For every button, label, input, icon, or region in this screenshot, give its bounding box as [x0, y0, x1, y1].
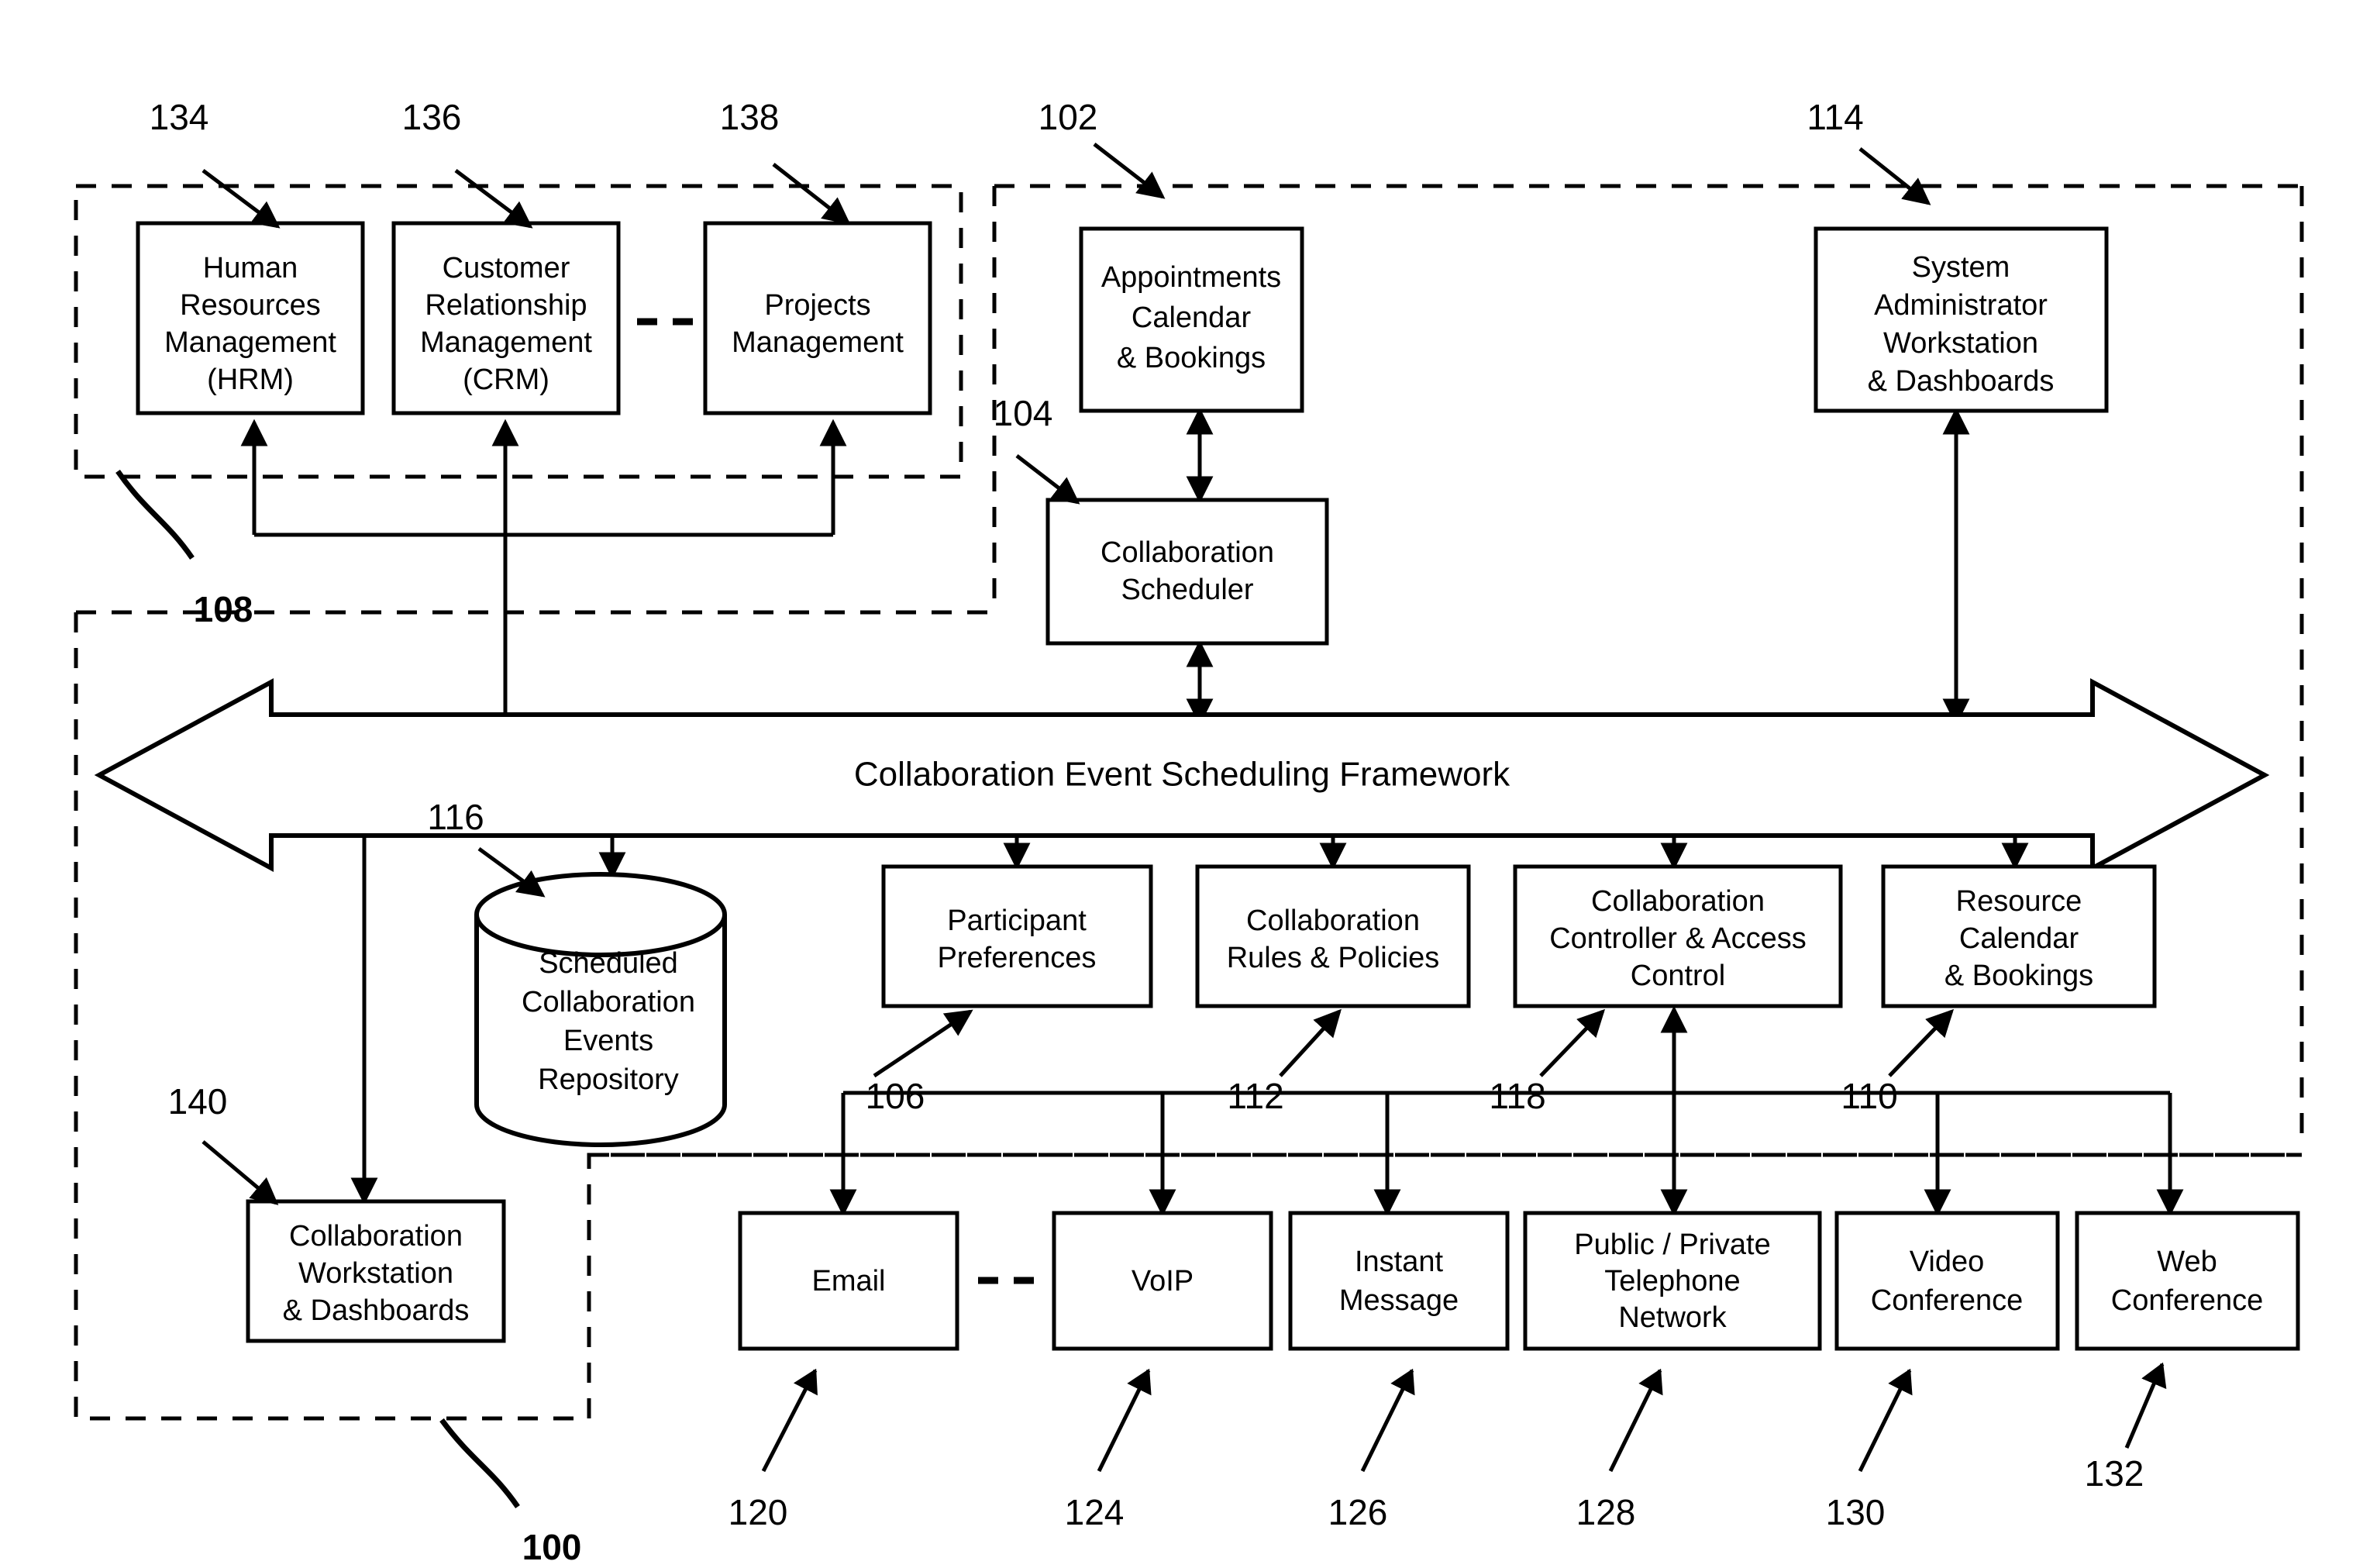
box-participant-preferences[interactable]: Participant Preferences: [881, 864, 1153, 1008]
ref-num-112: 112: [1227, 1076, 1283, 1116]
box-phone-line-2: Network: [1618, 1301, 1727, 1334]
ref-num-108: 108: [194, 589, 253, 629]
box-phone-line-0: Public / Private: [1574, 1229, 1770, 1261]
box-resource-line-1: Calendar: [1959, 922, 2079, 955]
box-sysadmin-line-2: Workstation: [1883, 327, 2038, 360]
ref-num-106: 106: [866, 1076, 925, 1116]
ref-num-134: 134: [150, 97, 209, 137]
box-sysadmin-line-1: Administrator: [1874, 289, 2048, 322]
ref-num-140: 140: [168, 1081, 228, 1122]
box-rules-line-1: Rules & Policies: [1227, 942, 1440, 974]
ref-num-120: 120: [729, 1492, 788, 1532]
box-controller-line-0: Collaboration: [1591, 885, 1765, 918]
box-projects-line-1: Management: [732, 326, 904, 359]
box-hrm[interactable]: Human Resources Management (HRM): [136, 221, 365, 415]
ref-num-136: 136: [402, 97, 462, 137]
box-sysadmin-line-0: System: [1912, 251, 2010, 284]
ref-num-124: 124: [1065, 1492, 1125, 1532]
box-hrm-line-3: (HRM): [207, 364, 294, 396]
patent-block-diagram: Collaboration Event Scheduling Framework…: [0, 0, 2363, 1568]
box-appointments-line-0: Appointments: [1101, 261, 1281, 294]
box-crm-line-2: Management: [420, 326, 592, 359]
box-video-line-1: Conference: [1871, 1284, 2023, 1317]
box-hrm-line-1: Resources: [180, 289, 321, 322]
box-voip-line-0: VoIP: [1132, 1265, 1194, 1297]
box-collaboration-workstation[interactable]: Collaboration Workstation & Dashboards: [246, 1199, 506, 1343]
box-web-conference[interactable]: Web Conference: [2075, 1211, 2300, 1351]
ref-num-118: 118: [1489, 1076, 1545, 1116]
box-projects-management[interactable]: Projects Management: [703, 221, 932, 415]
ref-num-100: 100: [522, 1527, 582, 1567]
box-voip[interactable]: VoIP: [1052, 1211, 1273, 1351]
box-resource-line-0: Resource: [1956, 885, 2082, 918]
box-rules-line-0: Collaboration: [1246, 905, 1420, 937]
ref-num-132: 132: [2085, 1453, 2144, 1494]
ref-num-138: 138: [720, 97, 780, 137]
box-collaboration-scheduler[interactable]: Collaboration Scheduler: [1045, 498, 1329, 646]
box-system-administrator-workstation[interactable]: System Administrator Workstation & Dashb…: [1814, 226, 2109, 413]
box-collabws-line-0: Collaboration: [289, 1220, 463, 1253]
box-video-line-0: Video: [1910, 1246, 1985, 1278]
ref-num-114: 114: [1807, 97, 1863, 137]
box-telephone-network[interactable]: Public / Private Telephone Network: [1523, 1211, 1822, 1351]
box-appointments-line-1: Calendar: [1132, 302, 1252, 334]
box-resource-calendar[interactable]: Resource Calendar & Bookings: [1881, 864, 2157, 1008]
box-sysadmin-line-3: & Dashboards: [1868, 365, 2055, 398]
box-appointments-line-2: & Bookings: [1117, 342, 1266, 374]
box-collaboration-rules-policies[interactable]: Collaboration Rules & Policies: [1195, 864, 1471, 1008]
framework-banner-label: Collaboration Event Scheduling Framework: [854, 756, 1510, 794]
box-crm[interactable]: Customer Relationship Management (CRM): [391, 221, 621, 415]
box-crm-line-1: Relationship: [425, 289, 587, 322]
ref-num-104: 104: [994, 393, 1053, 433]
ref-num-126: 126: [1328, 1492, 1388, 1532]
repo-line-0: Scheduled: [539, 947, 678, 980]
cylinder-scheduled-events-repository[interactable]: Scheduled Collaboration Events Repositor…: [474, 872, 727, 1147]
box-collabws-line-1: Workstation: [298, 1257, 453, 1290]
box-resource-line-2: & Bookings: [1944, 960, 2093, 992]
box-scheduler-line-0: Collaboration: [1101, 536, 1274, 569]
ref-num-130: 130: [1826, 1492, 1886, 1532]
box-crm-line-3: (CRM): [463, 364, 549, 396]
box-hrm-line-0: Human: [203, 252, 298, 284]
ref-num-102: 102: [1039, 97, 1098, 137]
box-video-conference[interactable]: Video Conference: [1834, 1211, 2060, 1351]
box-im-line-0: Instant: [1355, 1246, 1444, 1278]
box-collabws-line-2: & Dashboards: [283, 1294, 470, 1327]
repo-line-3: Repository: [538, 1063, 679, 1096]
box-im-line-1: Message: [1339, 1284, 1459, 1317]
box-prefs-line-0: Participant: [947, 905, 1087, 937]
repo-line-2: Events: [563, 1025, 653, 1057]
box-hrm-line-2: Management: [164, 326, 336, 359]
box-phone-line-1: Telephone: [1604, 1265, 1740, 1297]
box-controller-line-1: Controller & Access: [1549, 922, 1807, 955]
box-crm-line-0: Customer: [443, 252, 570, 284]
box-prefs-line-1: Preferences: [938, 942, 1097, 974]
ref-num-116: 116: [427, 797, 484, 837]
box-collaboration-controller[interactable]: Collaboration Controller & Access Contro…: [1513, 864, 1843, 1008]
box-instant-message[interactable]: Instant Message: [1288, 1211, 1510, 1351]
ref-num-128: 128: [1576, 1492, 1636, 1532]
box-email[interactable]: Email: [738, 1211, 959, 1351]
box-controller-line-2: Control: [1631, 960, 1726, 992]
repo-line-1: Collaboration: [522, 986, 695, 1018]
ref-num-110: 110: [1841, 1076, 1897, 1116]
box-email-line-0: Email: [811, 1265, 885, 1297]
box-scheduler-line-1: Scheduler: [1121, 574, 1253, 606]
box-web-line-0: Web: [2157, 1246, 2217, 1278]
box-appointments-calendar[interactable]: Appointments Calendar & Bookings: [1079, 226, 1304, 413]
box-web-line-1: Conference: [2111, 1284, 2263, 1317]
box-projects-line-0: Projects: [764, 289, 870, 322]
